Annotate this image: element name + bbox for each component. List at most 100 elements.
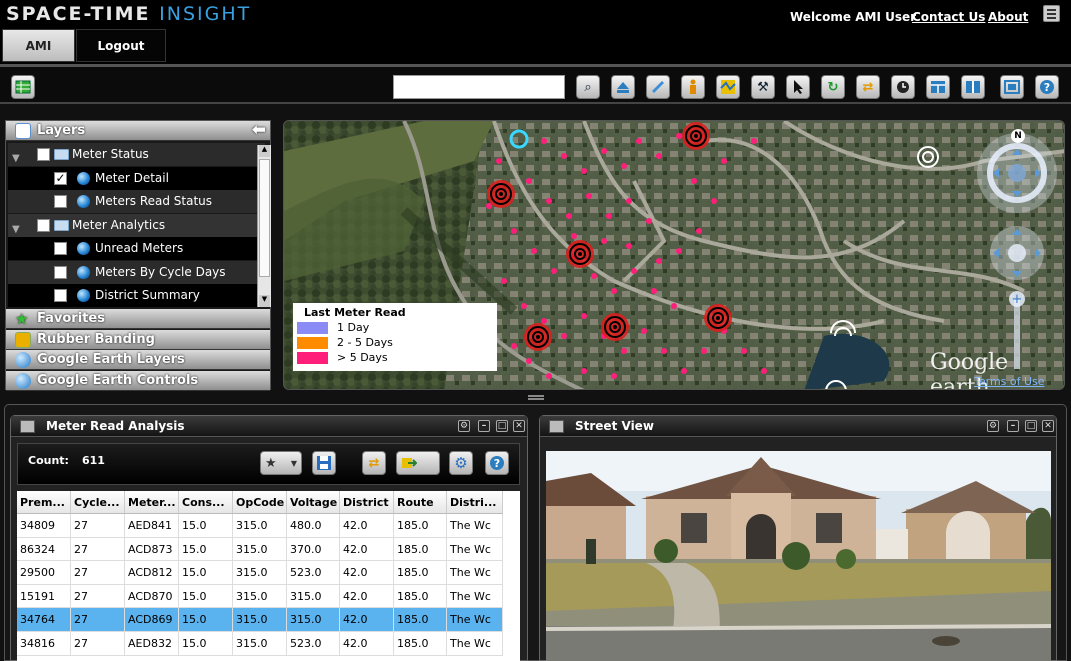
checkbox[interactable] — [37, 148, 50, 161]
collapse-arrow-icon[interactable]: ⬅ — [252, 120, 266, 140]
sync-icon[interactable]: ⇄ — [362, 451, 386, 475]
maximize-icon[interactable]: □ — [1025, 420, 1037, 432]
zoom-slider[interactable] — [1009, 291, 1025, 371]
settings-icon[interactable]: ⚙ — [987, 420, 999, 432]
splitter[interactable] — [0, 392, 1071, 404]
minimize-icon[interactable]: – — [1007, 420, 1019, 432]
person-icon[interactable] — [681, 75, 705, 99]
help-icon[interactable]: ? — [1035, 75, 1059, 99]
globe-icon — [77, 171, 90, 185]
table-row[interactable]: 34764 27 ACD869 15.0 315.0 315.0 42.0 185.0 The … — [17, 608, 503, 632]
tab-ami[interactable]: AMI — [2, 29, 75, 62]
checkbox[interactable] — [54, 289, 67, 302]
layers-scrollbar[interactable]: ▲ ▼ — [257, 145, 271, 307]
table-row[interactable]: 15191 27 ACD870 15.0 315.0 315.0 42.0 185.0 The … — [17, 584, 503, 609]
column-header[interactable]: Voltage — [287, 491, 340, 514]
close-icon[interactable]: ✕ — [1042, 420, 1054, 432]
count-value: 611 — [82, 454, 105, 467]
column-header[interactable]: Route — [394, 491, 447, 514]
export-dropdown[interactable] — [396, 451, 440, 475]
checkbox[interactable]: ✓ — [54, 171, 67, 185]
section-label: Rubber Banding — [37, 331, 155, 347]
favorites-section[interactable]: ★ Favorites — [6, 309, 270, 329]
table-cell: The Wc — [447, 537, 503, 561]
svg-text:?: ? — [494, 457, 500, 470]
tree-node-label: Meter Detail — [95, 170, 169, 185]
map-icon[interactable] — [716, 75, 740, 99]
table-row[interactable]: 29500 27 ACD812 15.0 315.0 523.0 42.0 185.0 The … — [17, 561, 503, 585]
tree-node-meters-read-status[interactable]: Meters Read Status — [8, 190, 265, 213]
tree-node-meter-detail[interactable]: ✓ Meter Detail — [8, 166, 265, 190]
folder-icon — [54, 219, 69, 231]
terms-of-use-link[interactable]: Terms of Use — [974, 375, 1045, 388]
search-input[interactable] — [393, 75, 565, 99]
refresh-icon[interactable]: ↻ — [821, 75, 845, 99]
tree-node-meters-by-cycle-days[interactable]: Meters By Cycle Days — [8, 260, 265, 284]
clock-icon[interactable] — [891, 75, 915, 99]
settings-icon[interactable]: ⚙ — [458, 420, 470, 432]
count-label: Count: — [28, 454, 69, 467]
export-icon — [402, 458, 417, 468]
table-cell: 15191 — [17, 584, 71, 608]
checkbox[interactable] — [37, 218, 50, 232]
section-label: Favorites — [37, 311, 105, 326]
close-icon[interactable]: ✕ — [513, 420, 525, 432]
about-link[interactable]: About — [988, 10, 1028, 24]
save-icon[interactable] — [312, 451, 336, 475]
layout-icon[interactable] — [926, 75, 950, 99]
earth-controls-icon — [15, 372, 31, 389]
folder-icon — [54, 149, 69, 160]
google-earth-controls-section[interactable]: Google Earth Controls — [6, 370, 270, 391]
menu-icon[interactable] — [1043, 5, 1060, 22]
checkbox[interactable] — [54, 195, 67, 208]
column-header[interactable]: Cycle... — [71, 491, 125, 514]
move-control[interactable] — [990, 226, 1044, 280]
panel-header: Meter Read Analysis ⚙ – □ ✕ — [11, 416, 527, 437]
column-header[interactable]: Distri... — [447, 491, 503, 514]
tab-logout[interactable]: Logout — [76, 29, 166, 62]
column-header[interactable]: Cons... — [179, 491, 233, 514]
column-header[interactable]: OpCode — [233, 491, 287, 514]
look-control[interactable] — [994, 131, 1040, 215]
grid-icon[interactable] — [11, 75, 35, 99]
google-earth-layers-section[interactable]: Google Earth Layers — [6, 350, 270, 370]
eject-icon[interactable] — [611, 75, 635, 99]
walk-icon[interactable]: ⚒ — [751, 75, 775, 99]
ruler-icon[interactable] — [646, 75, 670, 99]
sync-icon[interactable]: ⇄ — [856, 75, 880, 99]
layers-header[interactable]: Layers ⬅ — [6, 120, 270, 141]
checkbox[interactable] — [54, 242, 67, 255]
checkbox[interactable] — [54, 265, 67, 279]
fullscreen-icon[interactable] — [1000, 75, 1024, 99]
table-cell: 15.0 — [179, 584, 233, 608]
legend-label: > 5 Days — [337, 351, 388, 364]
table-cell: AED832 — [125, 632, 179, 655]
table-row[interactable]: 34809 27 AED841 15.0 315.0 480.0 42.0 185.0 The … — [17, 514, 503, 538]
table-cell: 86324 — [17, 537, 71, 561]
table-cell: The Wc — [447, 514, 503, 537]
tree-node-unread-meters[interactable]: Unread Meters — [8, 237, 265, 260]
table-row[interactable]: 34816 27 AED832 15.0 315.0 523.0 42.0 185.0 The … — [17, 632, 503, 656]
tree-node-district-summary[interactable]: District Summary — [8, 284, 265, 307]
help-icon[interactable]: ? — [485, 451, 509, 475]
table-cell: 185.0 — [394, 584, 447, 608]
header: SPACE-TIME INSIGHT Welcome AMI User Cont… — [0, 0, 1071, 64]
street-view-image[interactable] — [546, 451, 1051, 661]
binoculars-icon[interactable]: ⌕ — [576, 75, 600, 99]
table-row[interactable]: 86324 27 ACD873 15.0 315.0 370.0 42.0 185.0 The … — [17, 537, 503, 562]
minimize-icon[interactable]: – — [478, 420, 490, 432]
maximize-icon[interactable]: □ — [496, 420, 508, 432]
favorites-dropdown[interactable]: ★ ▼ — [260, 451, 302, 475]
tree-node-meter-analytics[interactable]: ▼ Meter Analytics — [8, 213, 265, 237]
tree-node-label: Meters By Cycle Days — [95, 264, 226, 279]
column-header[interactable]: District — [340, 491, 394, 514]
legend-swatch — [297, 337, 328, 349]
rubber-banding-section[interactable]: Rubber Banding — [6, 329, 270, 350]
columns-icon[interactable] — [961, 75, 985, 99]
pointer-icon[interactable] — [786, 75, 810, 99]
contact-us-link[interactable]: Contact Us — [912, 10, 985, 24]
column-header[interactable]: Prem... — [17, 491, 71, 514]
tree-node-meter-status[interactable]: ▼ Meter Status — [8, 143, 265, 166]
gear-icon[interactable]: ⚙ — [449, 451, 473, 475]
column-header[interactable]: Meter... — [125, 491, 179, 514]
